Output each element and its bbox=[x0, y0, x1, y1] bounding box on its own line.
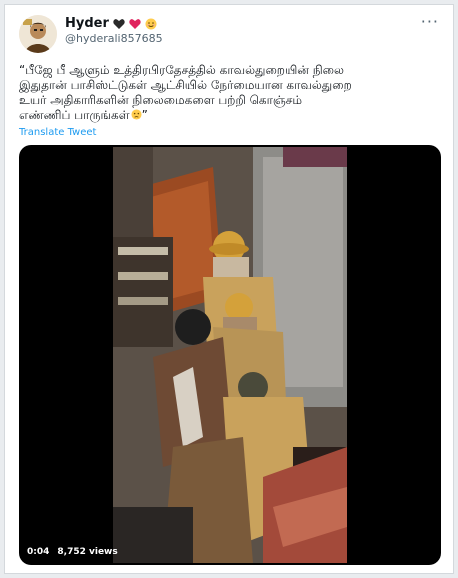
tweet-text-line: இதுதான் பாசிஸ்ட்டுகள் ஆட்சியில் நேர்மையா… bbox=[19, 78, 352, 92]
video-player[interactable]: 0:04 8,752 views bbox=[19, 145, 441, 565]
black-heart-icon bbox=[113, 18, 125, 29]
author-name-row: Hyder bbox=[65, 16, 157, 31]
smiling-face-icon bbox=[145, 18, 157, 29]
video-frame bbox=[113, 147, 347, 563]
author-handle[interactable]: @hyderali857685 bbox=[65, 32, 163, 45]
worried-face-icon bbox=[131, 109, 142, 120]
tweet-text: “பீஜே பீ ஆளும் உத்திரபிரதேசத்தில் காவல்த… bbox=[19, 63, 439, 123]
translate-tweet-link[interactable]: Translate Tweet bbox=[19, 127, 96, 138]
tweet-text-line: உயர் அதிகாரிகளின் நிலைமைகளை பற்றி கொஞ்சம… bbox=[19, 93, 303, 107]
tweet-text-line: எண்ணிப் பாருங்கள் ” bbox=[19, 108, 148, 122]
more-options-icon[interactable]: ··· bbox=[421, 14, 439, 30]
video-views: 8,752 views bbox=[57, 547, 118, 557]
tweet-card: Hyder @hyderali857685 ··· “பீஜே பீ ஆளும்… bbox=[4, 4, 454, 574]
video-stats: 0:04 8,752 views bbox=[27, 547, 118, 557]
tweet-text-line: “பீஜே பீ ஆளும் உத்திரபிரதேசத்தில் காவல்த… bbox=[19, 63, 344, 77]
video-duration: 0:04 bbox=[27, 547, 50, 557]
author-name[interactable]: Hyder bbox=[65, 16, 109, 31]
author-avatar[interactable] bbox=[19, 15, 57, 53]
red-heart-icon bbox=[129, 18, 141, 29]
